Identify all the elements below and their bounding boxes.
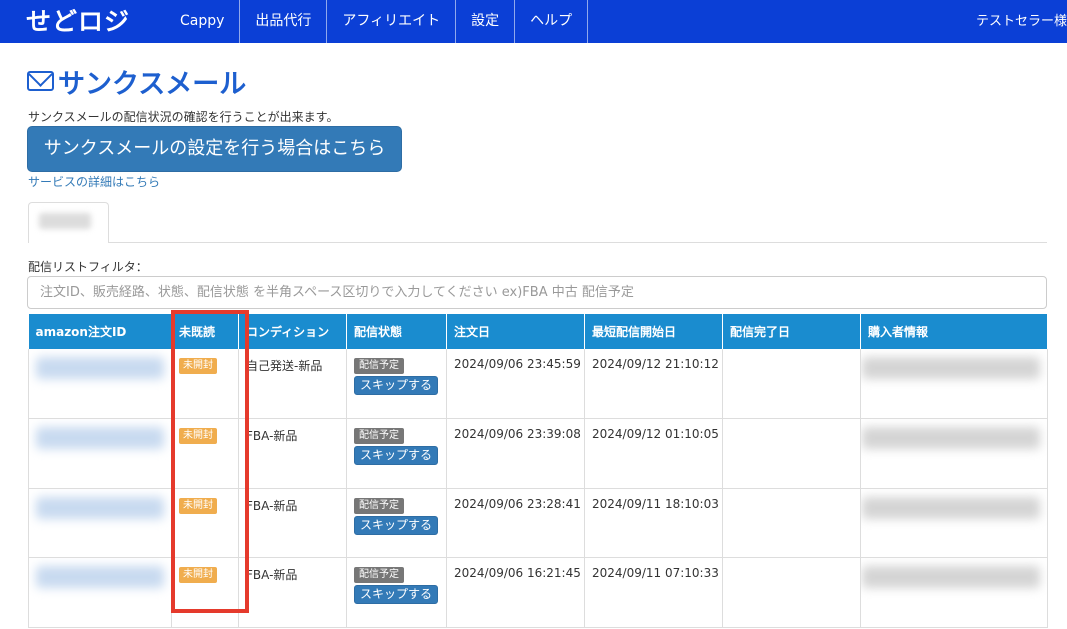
status-cell: 配信予定スキップする: [346, 349, 447, 419]
buyer-cell: [860, 488, 1048, 558]
skip-button[interactable]: スキップする: [354, 446, 438, 465]
order-id-cell: [28, 557, 172, 628]
table-header-row: amazon注文ID 未既読 コンディション 配信状態 注文日 最短配信開始日 …: [28, 314, 1048, 349]
thanks-mail-settings-button[interactable]: サンクスメールの設定を行う場合はこちら: [27, 126, 402, 172]
buyer-cell: [860, 557, 1048, 628]
buyer-cell: [860, 418, 1048, 489]
unread-badge: 未開封: [179, 567, 217, 583]
col-completed-date[interactable]: 配信完了日: [722, 314, 861, 349]
condition-cell: 自己発送-新品: [238, 349, 347, 419]
status-badge: 配信予定: [354, 428, 404, 444]
order-id-redacted: [36, 566, 164, 588]
order-id-redacted: [36, 427, 164, 449]
condition-cell: FBA-新品: [238, 488, 347, 558]
filter-label: 配信リストフィルタ：: [28, 260, 148, 274]
filter-input[interactable]: [27, 276, 1047, 309]
col-order-date[interactable]: 注文日: [446, 314, 585, 349]
unread-badge: 未開封: [179, 428, 217, 444]
table-row: 未開封 FBA-新品 配信予定スキップする 2024/09/06 23:39:0…: [28, 418, 1048, 489]
col-condition[interactable]: コンディション: [238, 314, 347, 349]
order-id-redacted: [36, 496, 164, 519]
tab-active[interactable]: [28, 202, 109, 243]
buyer-redacted: [862, 427, 1040, 449]
nav-item-settings[interactable]: 設定: [456, 0, 516, 43]
tab-divider: [108, 242, 1047, 243]
table-row: 未開封 FBA-新品 配信予定 スキップする 2024/09/06 23:28:4…: [28, 488, 1048, 558]
order-id-redacted: [36, 357, 164, 379]
condition-cell: FBA-新品: [238, 418, 347, 489]
read-cell: 未開封: [171, 418, 239, 489]
unread-badge: 未開封: [179, 358, 217, 374]
earliest-start-cell: 2024/09/12 01:10:05: [584, 418, 723, 489]
nav-item-help[interactable]: ヘルプ: [515, 0, 589, 43]
status-badge: 配信予定: [354, 497, 404, 514]
read-cell: 未開封: [171, 488, 239, 558]
col-earliest-start[interactable]: 最短配信開始日: [584, 314, 723, 349]
buyer-redacted: [862, 357, 1040, 379]
nav-menu: Cappy 出品代行 アフィリエイト 設定 ヘルプ: [165, 0, 589, 43]
earliest-start-cell: 2024/09/11 18:10:03: [584, 488, 723, 558]
status-cell: 配信予定スキップする: [346, 557, 447, 628]
nav-item-listing-agency[interactable]: 出品代行: [240, 0, 328, 43]
condition-cell: FBA-新品: [238, 557, 347, 628]
earliest-start-cell: 2024/09/12 21:10:12: [584, 349, 723, 419]
skip-button[interactable]: スキップする: [354, 376, 438, 395]
tab-label-redacted: [39, 213, 91, 229]
order-id-cell: [28, 488, 172, 558]
nav-item-affiliate[interactable]: アフィリエイト: [327, 0, 457, 43]
order-id-cell: [28, 418, 172, 489]
skip-button[interactable]: スキップする: [354, 515, 438, 535]
earliest-start-cell: 2024/09/11 07:10:33: [584, 557, 723, 628]
thanks-mail-table: amazon注文ID 未既読 コンディション 配信状態 注文日 最短配信開始日 …: [28, 314, 1048, 628]
order-id-cell: [28, 349, 172, 419]
table-row: 未開封 FBA-新品 配信予定スキップする 2024/09/06 16:21:4…: [28, 557, 1048, 628]
completed-cell: [722, 557, 861, 628]
col-read-status[interactable]: 未既読: [171, 314, 239, 349]
nav-item-cappy[interactable]: Cappy: [165, 0, 241, 43]
page-description: サンクスメールの配信状況の確認を行うことが出来ます。: [28, 110, 339, 124]
top-navbar: せどロジ Cappy 出品代行 アフィリエイト 設定 ヘルプ テストセラー様: [0, 0, 1067, 43]
mail-icon: [27, 71, 54, 91]
buyer-redacted: [862, 566, 1040, 588]
completed-cell: [722, 488, 861, 558]
status-cell: 配信予定スキップする: [346, 418, 447, 489]
buyer-redacted: [862, 496, 1040, 519]
order-date-cell: 2024/09/06 16:21:45: [446, 557, 585, 628]
status-badge: 配信予定: [354, 567, 404, 583]
buyer-cell: [860, 349, 1048, 419]
skip-button[interactable]: スキップする: [354, 585, 438, 604]
order-date-cell: 2024/09/06 23:45:59: [446, 349, 585, 419]
user-menu[interactable]: テストセラー様: [976, 0, 1067, 43]
service-detail-link[interactable]: サービスの詳細はこちら: [28, 173, 160, 190]
completed-cell: [722, 349, 861, 419]
read-cell: 未開封: [171, 349, 239, 419]
col-buyer-info[interactable]: 購入者情報: [860, 314, 1048, 349]
order-date-cell: 2024/09/06 23:28:41: [446, 488, 585, 558]
read-cell: 未開封: [171, 557, 239, 628]
brand-logo[interactable]: せどロジ: [26, 6, 130, 38]
col-amazon-order-id[interactable]: amazon注文ID: [28, 314, 172, 349]
col-delivery-status[interactable]: 配信状態: [346, 314, 447, 349]
completed-cell: [722, 418, 861, 489]
status-badge: 配信予定: [354, 358, 404, 374]
unread-badge: 未開封: [179, 497, 217, 514]
status-cell: 配信予定 スキップする: [346, 488, 447, 558]
order-date-cell: 2024/09/06 23:39:08: [446, 418, 585, 489]
page-title: サンクスメール: [27, 62, 246, 100]
page-title-text: サンクスメール: [58, 68, 247, 100]
table-row: 未開封 自己発送-新品 配信予定スキップする 2024/09/06 23:45:…: [28, 349, 1048, 419]
